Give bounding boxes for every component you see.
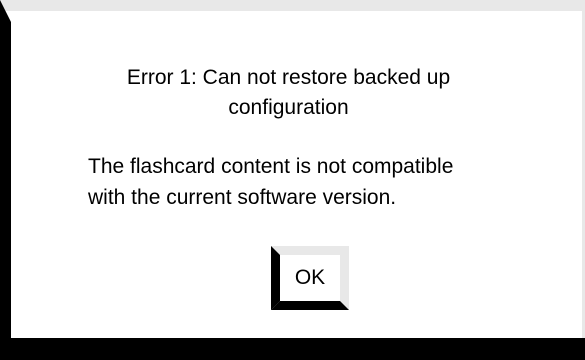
dialog-bevel-bottom xyxy=(0,338,585,360)
error-title-line-2: configuration xyxy=(228,96,349,119)
ok-button[interactable]: OK xyxy=(271,246,349,310)
dialog-bevel-top xyxy=(0,0,585,11)
ok-button-label: OK xyxy=(294,266,326,289)
error-title-line-1: Error 1: Can not restore backed up xyxy=(126,66,451,89)
ok-button-shadow-left xyxy=(271,246,280,310)
dialog-bevel-left xyxy=(0,0,11,360)
error-message-line-1: The flashcard content is not compatible xyxy=(88,155,454,178)
ok-button-shadow-bottom xyxy=(271,301,349,310)
error-dialog: Error 1: Can not restore backed up confi… xyxy=(0,0,585,360)
error-message-line-2: with the current software version. xyxy=(88,186,397,209)
